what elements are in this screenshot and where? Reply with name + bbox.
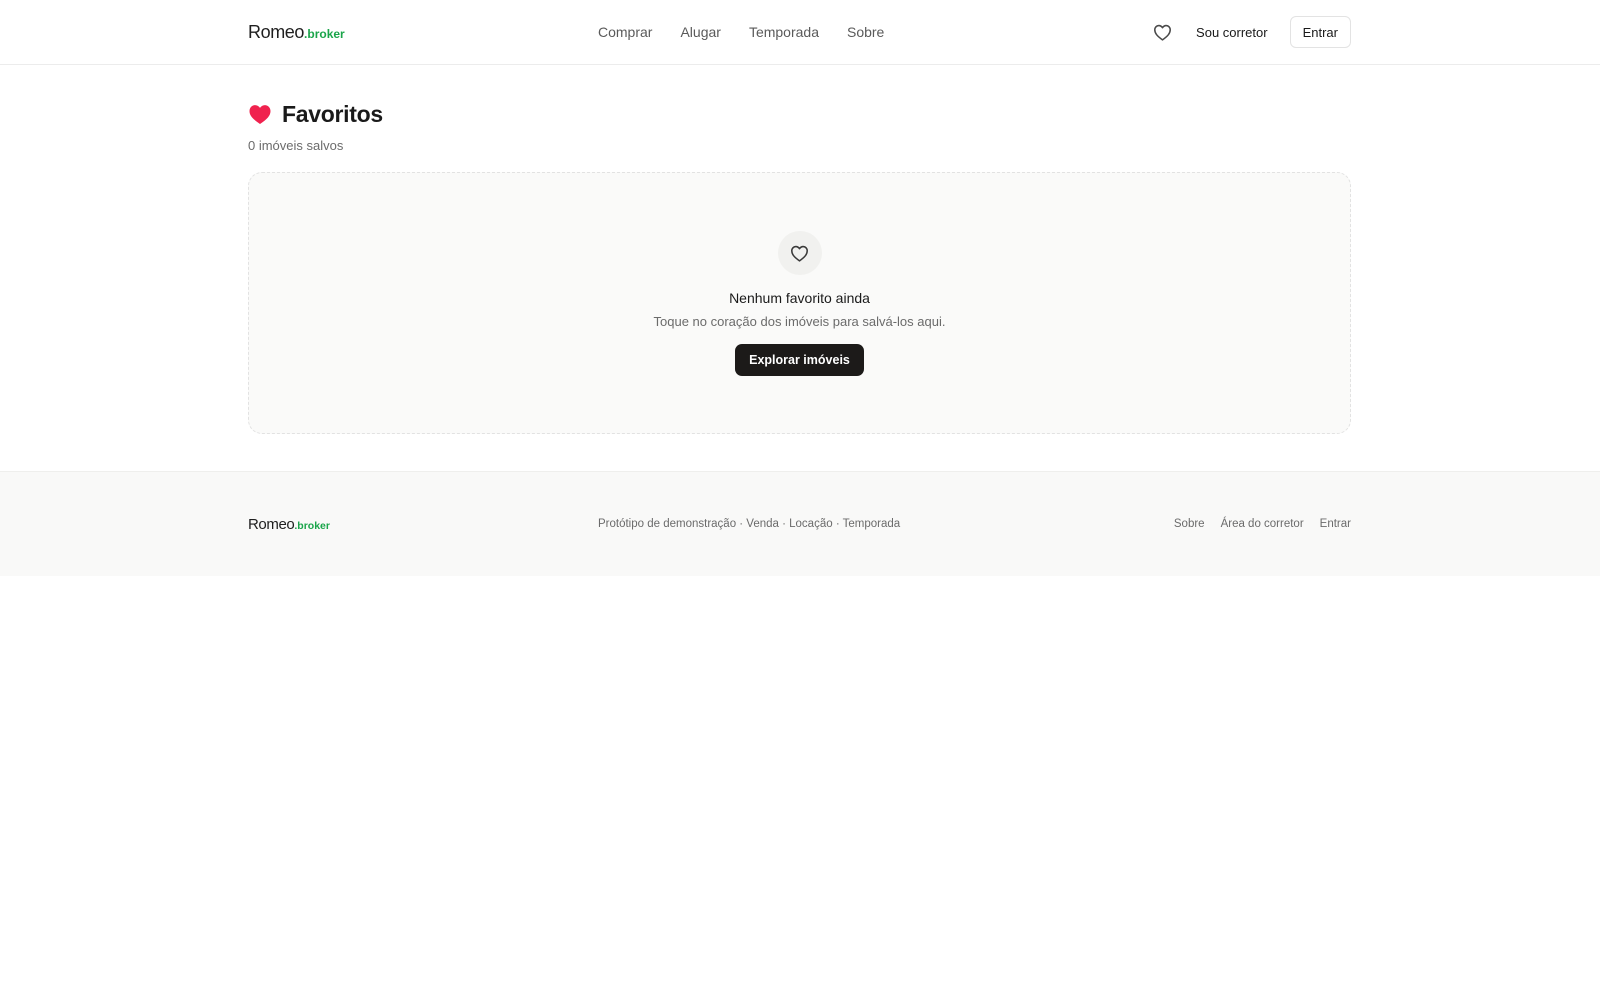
nav-item-temporada[interactable]: Temporada xyxy=(749,24,819,40)
footer-brand-name: Romeo xyxy=(248,515,295,533)
empty-state-card: Nenhum favorito ainda Toque no coração d… xyxy=(248,172,1351,434)
empty-state-description: Toque no coração dos imóveis para salvá-… xyxy=(653,314,946,329)
heart-outline-icon xyxy=(1153,24,1171,41)
heart-outline-icon xyxy=(791,245,808,262)
brand-suffix: .broker xyxy=(304,26,345,41)
brand-logo[interactable]: Romeo .broker xyxy=(248,22,345,43)
heart-filled-icon xyxy=(249,105,271,125)
site-footer: Romeo .broker Protótipo de demonstração ·… xyxy=(0,471,1600,576)
site-header: Romeo .broker Comprar Alugar Temporada So… xyxy=(0,0,1600,65)
footer-brand-suffix: .broker xyxy=(294,519,330,532)
footer-link-entrar[interactable]: Entrar xyxy=(1320,518,1351,530)
main-nav: Comprar Alugar Temporada Sobre xyxy=(598,0,884,64)
page-title: Favoritos xyxy=(282,101,383,127)
empty-state-title: Nenhum favorito ainda xyxy=(729,290,870,306)
broker-link[interactable]: Sou corretor xyxy=(1196,25,1268,40)
nav-item-sobre[interactable]: Sobre xyxy=(847,24,884,40)
header-container: Romeo .broker Comprar Alugar Temporada So… xyxy=(248,0,1351,64)
footer-container: Romeo .broker Protótipo de demonstração ·… xyxy=(248,472,1351,576)
header-actions: Sou corretor Entrar xyxy=(1150,16,1351,48)
main-content: Favoritos 0 imóveis salvos Nenhum favori… xyxy=(248,65,1351,434)
footer-tagline: Protótipo de demonstração · Venda · Loca… xyxy=(598,518,901,530)
brand-name: Romeo xyxy=(248,21,305,42)
nav-item-alugar[interactable]: Alugar xyxy=(680,24,720,40)
footer-nav: Sobre Área do corretor Entrar xyxy=(1174,518,1351,530)
footer-link-area-corretor[interactable]: Área do corretor xyxy=(1221,518,1304,530)
nav-item-comprar[interactable]: Comprar xyxy=(598,24,652,40)
favorites-button[interactable] xyxy=(1150,20,1174,44)
footer-brand-logo[interactable]: Romeo .broker xyxy=(248,516,330,533)
footer-link-sobre[interactable]: Sobre xyxy=(1174,518,1205,530)
login-button[interactable]: Entrar xyxy=(1289,16,1351,48)
empty-state-icon-circle xyxy=(777,231,822,275)
page-title-row: Favoritos xyxy=(248,101,1351,128)
saved-count: 0 imóveis salvos xyxy=(248,138,344,153)
explore-properties-button[interactable]: Explorar imóveis xyxy=(735,344,864,376)
